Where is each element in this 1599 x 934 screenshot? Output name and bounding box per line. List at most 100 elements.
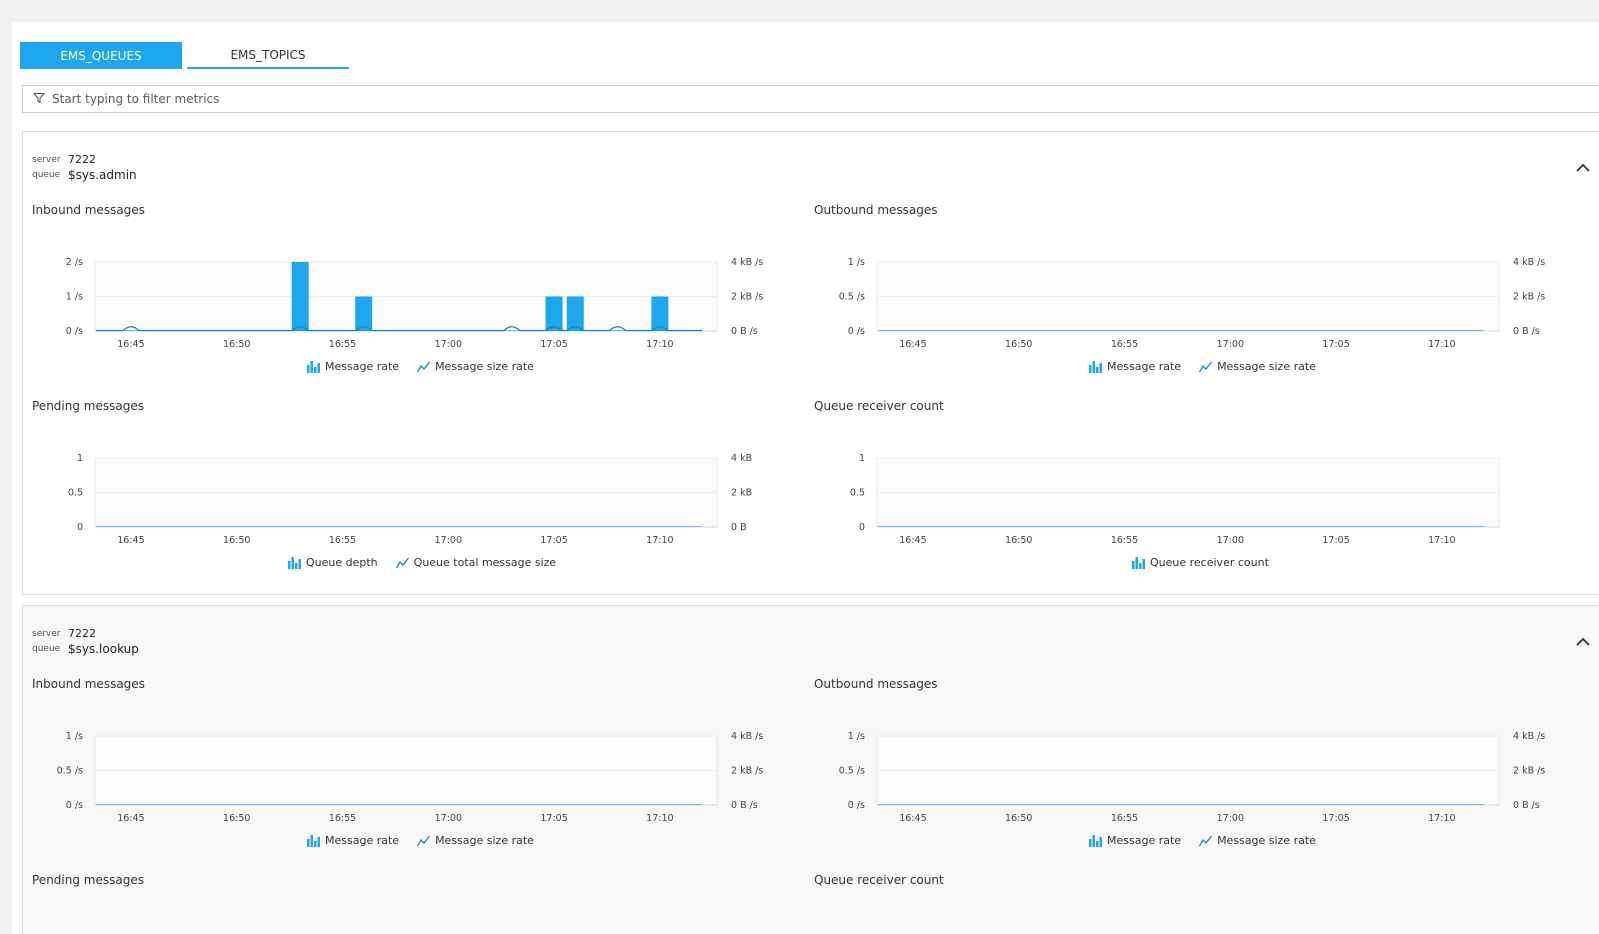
x-tick-label: 16:50 — [223, 339, 250, 350]
x-tick-label: 17:05 — [540, 813, 567, 824]
legend-item[interactable]: Message size rate — [417, 834, 534, 847]
chart-legend: Message rate Message size rate — [307, 834, 534, 847]
queue-card: server 7222 queue $sys.admin Inbound mes… — [22, 131, 1599, 595]
legend-label: Queue receiver count — [1150, 556, 1269, 569]
filter-icon — [33, 92, 47, 106]
x-tick-label: 17:00 — [435, 339, 462, 350]
queue-receiver-count-chart: 1 0.5 0 16:45 16:50 16:55 17:00 17:05 17:10 — [850, 453, 1500, 546]
x-tick-label: 16:50 — [1005, 813, 1032, 824]
legend-item[interactable]: Queue depth — [288, 556, 378, 569]
y2-tick-label: 4 kB — [731, 453, 752, 464]
y-tick-label: 0 /s — [848, 326, 865, 337]
x-tick-label: 17:10 — [646, 813, 673, 824]
bar-chart-icon — [1089, 360, 1102, 373]
y-tick-label: 1 /s — [66, 292, 83, 303]
queue-label: queue — [32, 170, 61, 180]
x-tick-label: 17:10 — [646, 535, 673, 546]
x-tick-label: 16:55 — [329, 535, 356, 546]
y-tick-label: 1 — [859, 453, 865, 464]
x-tick-label: 17:10 — [1428, 813, 1455, 824]
y2-tick-label: 4 kB /s — [731, 257, 763, 268]
x-tick-label: 16:45 — [117, 535, 144, 546]
y-tick-label: 0 /s — [848, 800, 865, 811]
queue-card: server 7222 queue $sys.lookup Inbound me… — [22, 605, 1599, 934]
legend-item[interactable]: Message size rate — [417, 360, 534, 373]
x-tick-label: 17:00 — [435, 813, 462, 824]
chart-legend: Message rate Message size rate — [1089, 360, 1316, 373]
server-value: 7222 — [68, 153, 96, 166]
y2-tick-label: 0 B /s — [731, 800, 758, 811]
x-tick-label: 17:00 — [1217, 813, 1244, 824]
y2-tick-label: 2 kB /s — [731, 766, 763, 777]
bar-chart-icon — [307, 360, 320, 373]
inbound-messages-chart: 1 /s 0.5 /s 0 /s 4 kB /s 2 kB /s 0 B /s 16:45 1… — [57, 731, 764, 824]
chart-legend: Queue receiver count — [1132, 556, 1269, 569]
x-tick-label: 17:05 — [1322, 339, 1349, 350]
bar — [566, 296, 584, 331]
y2-tick-label: 2 kB — [731, 488, 752, 499]
queue-value: $sys.lookup — [68, 642, 139, 656]
legend-item[interactable]: Message rate — [1089, 834, 1181, 847]
tab-ems-topics[interactable]: EMS_TOPICS — [187, 42, 349, 69]
y2-tick-label: 0 B — [731, 522, 747, 533]
chart-title: Pending messages — [32, 873, 144, 887]
line-chart-icon — [1199, 361, 1213, 373]
filter-input[interactable] — [52, 92, 1452, 106]
x-tick-label: 16:45 — [117, 339, 144, 350]
y-tick-label: 0.5 — [68, 488, 83, 499]
x-tick-label: 16:45 — [117, 813, 144, 824]
x-tick-label: 17:00 — [1217, 339, 1244, 350]
filter-bar[interactable] — [22, 85, 1599, 113]
x-tick-label: 17:05 — [1322, 535, 1349, 546]
legend-label: Message size rate — [1217, 834, 1316, 847]
chart-title: Pending messages — [32, 399, 144, 413]
y-tick-label: 0.5 — [850, 488, 865, 499]
y-tick-label: 0 /s — [66, 326, 83, 337]
server-label: server — [32, 629, 61, 639]
legend-item[interactable]: Queue total message size — [395, 556, 557, 569]
chart-legend: Message rate Message size rate — [307, 360, 534, 373]
x-tick-label: 17:00 — [435, 535, 462, 546]
x-tick-label: 17:10 — [1428, 339, 1455, 350]
bar — [651, 296, 669, 331]
x-tick-label: 16:45 — [899, 813, 926, 824]
y-tick-label: 1 /s — [848, 257, 865, 268]
y2-tick-label: 4 kB /s — [1513, 257, 1545, 268]
chart-legend: Queue depth Queue total message size — [288, 556, 556, 569]
x-tick-label: 16:50 — [223, 535, 250, 546]
x-tick-label: 16:50 — [223, 813, 250, 824]
x-tick-label: 17:05 — [1322, 813, 1349, 824]
legend-item[interactable]: Message size rate — [1199, 360, 1316, 373]
y2-tick-label: 2 kB /s — [1513, 766, 1545, 777]
legend-label: Queue total message size — [413, 556, 557, 569]
main-content: EMS_QUEUES EMS_TOPICS server 7222 queue … — [12, 22, 1599, 934]
legend-item[interactable]: Message rate — [307, 360, 399, 373]
x-tick-label: 16:50 — [1005, 535, 1032, 546]
legend-item[interactable]: Message rate — [307, 834, 399, 847]
chevron-up-icon[interactable] — [1573, 632, 1593, 652]
chevron-up-icon[interactable] — [1573, 158, 1593, 178]
legend-item[interactable]: Queue receiver count — [1132, 556, 1269, 569]
tab-ems-queues[interactable]: EMS_QUEUES — [20, 42, 182, 69]
line-chart-icon — [395, 557, 409, 569]
bar-chart-icon — [1089, 834, 1102, 847]
y2-tick-label: 4 kB /s — [1513, 731, 1545, 742]
y-tick-label: 1 /s — [66, 731, 83, 742]
line-chart-icon — [1199, 835, 1213, 847]
legend-label: Message size rate — [1217, 360, 1316, 373]
x-tick-label: 16:45 — [899, 535, 926, 546]
y-tick-label: 0.5 /s — [57, 766, 83, 777]
legend-label: Message size rate — [435, 360, 534, 373]
chart-title: Queue receiver count — [814, 873, 944, 887]
legend-item[interactable]: Message rate — [1089, 360, 1181, 373]
legend-label: Message rate — [325, 834, 400, 847]
y2-tick-label: 2 kB /s — [1513, 292, 1545, 303]
y-tick-label: 2 /s — [66, 257, 83, 268]
y-tick-label: 1 /s — [848, 731, 865, 742]
x-tick-label: 17:10 — [646, 339, 673, 350]
x-tick-label: 17:05 — [540, 339, 567, 350]
server-label: server — [32, 155, 61, 165]
bar-chart-icon — [307, 834, 320, 847]
legend-item[interactable]: Message size rate — [1199, 834, 1316, 847]
y2-tick-label: 0 B /s — [731, 326, 758, 337]
